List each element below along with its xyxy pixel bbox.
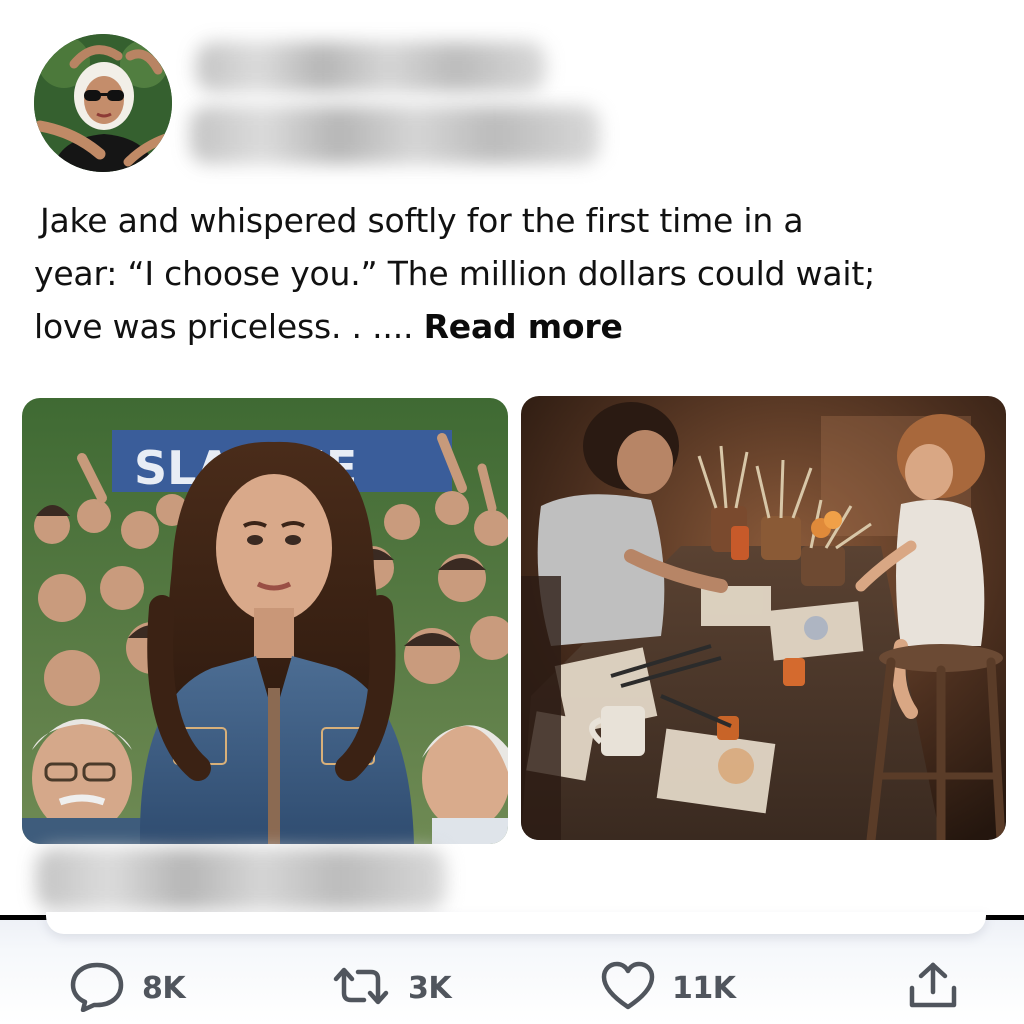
read-more-link[interactable]: Read more xyxy=(424,307,623,346)
avatar-image xyxy=(34,34,172,172)
like-button[interactable]: 11K xyxy=(600,960,736,1016)
blurred-handle xyxy=(190,106,600,164)
art-studio-image xyxy=(521,396,1006,840)
post-image-right[interactable] xyxy=(521,396,1006,840)
post-screenshot: Jake and whispered softly for the first … xyxy=(0,0,1024,1024)
crowd-woman-image: SLA LIFE xyxy=(22,398,508,844)
post-image-left[interactable]: SLA LIFE xyxy=(22,398,508,844)
share-button[interactable] xyxy=(904,960,962,1016)
post-text-line-3: love was priceless. . .... xyxy=(34,307,414,346)
heart-icon xyxy=(600,961,656,1015)
post-text-line-1: Jake and whispered softly for the first … xyxy=(40,201,804,240)
card-edge xyxy=(46,912,986,934)
profile-avatar[interactable] xyxy=(34,34,172,172)
share-upload-icon xyxy=(904,960,962,1016)
reply-button[interactable]: 8K xyxy=(68,960,186,1016)
blurred-username xyxy=(196,42,546,92)
speech-bubble-icon xyxy=(68,960,126,1016)
post-text-line-2: year: “I choose you.” The million dollar… xyxy=(34,254,876,293)
retweet-arrows-icon xyxy=(330,963,392,1013)
retweet-button[interactable]: 3K xyxy=(330,960,452,1016)
retweet-count: 3K xyxy=(408,970,452,1006)
blurred-location xyxy=(36,848,446,910)
reply-count: 8K xyxy=(142,970,186,1006)
post-body-text: Jake and whispered softly for the first … xyxy=(34,194,974,353)
like-count: 11K xyxy=(672,970,736,1006)
